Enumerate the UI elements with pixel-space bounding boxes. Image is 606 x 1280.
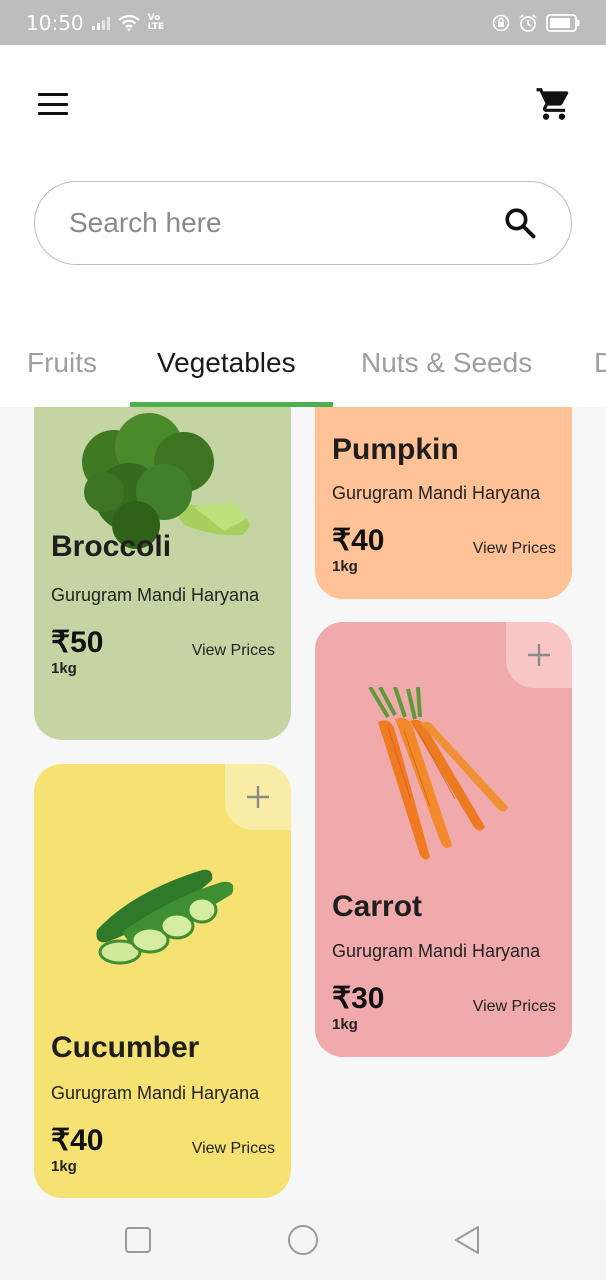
product-unit: 1kg: [332, 558, 358, 575]
tab-vegetables[interactable]: Vegetables: [157, 347, 296, 379]
product-location: Gurugram Mandi Haryana: [51, 1083, 260, 1103]
view-prices-link[interactable]: View Prices: [473, 998, 556, 1016]
add-button[interactable]: [225, 764, 291, 830]
status-time: 10:50: [26, 10, 84, 35]
plus-icon: [528, 644, 550, 666]
system-nav-bar: [0, 1200, 606, 1280]
app-header: Fruits Vegetables Nuts & Seeds D: [0, 45, 606, 407]
square-icon[interactable]: [122, 1224, 154, 1256]
circle-icon[interactable]: [287, 1224, 319, 1256]
product-card-broccoli[interactable]: Broccoli Gurugram Mandi Haryana ₹50 1kg …: [34, 407, 291, 740]
product-unit: 1kg: [51, 660, 77, 677]
product-price: ₹50: [51, 626, 104, 659]
product-name: Carrot: [332, 890, 423, 923]
wifi-icon: [117, 14, 140, 31]
search-icon[interactable]: [503, 206, 537, 240]
shopping-cart-icon[interactable]: [535, 85, 573, 123]
lock-rotation-icon: [492, 14, 510, 31]
product-name: Cucumber: [51, 1031, 200, 1064]
cucumber-image: [96, 869, 234, 965]
tab-nuts-seeds[interactable]: Nuts & Seeds: [361, 347, 532, 379]
alarm-icon: [519, 13, 537, 32]
plus-icon: [247, 786, 269, 808]
network-type: Vo LTE: [147, 12, 165, 32]
carrot-image: [368, 687, 508, 860]
product-location: Gurugram Mandi Haryana: [332, 483, 541, 503]
view-prices-link[interactable]: View Prices: [192, 642, 275, 660]
search-input[interactable]: [69, 207, 503, 239]
add-button[interactable]: [506, 622, 572, 688]
product-unit: 1kg: [51, 1158, 77, 1175]
signal-icon: [91, 16, 110, 30]
status-bar: 10:50 Vo LTE: [0, 0, 606, 45]
category-tabs: Fruits Vegetables Nuts & Seeds D: [0, 337, 606, 407]
product-price: ₹40: [51, 1124, 104, 1157]
product-unit: 1kg: [332, 1016, 358, 1033]
product-price: ₹40: [332, 524, 385, 557]
product-name: Broccoli: [51, 530, 172, 563]
battery-icon: [546, 13, 580, 32]
view-prices-link[interactable]: View Prices: [473, 540, 556, 558]
product-grid[interactable]: Broccoli Gurugram Mandi Haryana ₹50 1kg …: [0, 407, 606, 1200]
tab-partial[interactable]: D: [594, 347, 606, 379]
product-card-carrot[interactable]: Carrot Gurugram Mandi Haryana ₹30 1kg Vi…: [315, 622, 572, 1057]
triangle-back-icon[interactable]: [452, 1224, 484, 1256]
product-price: ₹30: [332, 982, 385, 1015]
tab-fruits[interactable]: Fruits: [27, 347, 97, 379]
search-bar: [34, 181, 572, 265]
product-location: Gurugram Mandi Haryana: [332, 941, 541, 961]
view-prices-link[interactable]: View Prices: [192, 1140, 275, 1158]
product-location: Gurugram Mandi Haryana: [51, 585, 260, 605]
product-name: Pumpkin: [332, 433, 459, 466]
product-card-cucumber[interactable]: Cucumber Gurugram Mandi Haryana ₹40 1kg …: [34, 764, 291, 1198]
product-card-pumpkin[interactable]: Pumpkin Gurugram Mandi Haryana ₹40 1kg V…: [315, 407, 572, 599]
hamburger-menu-icon[interactable]: [38, 93, 68, 115]
